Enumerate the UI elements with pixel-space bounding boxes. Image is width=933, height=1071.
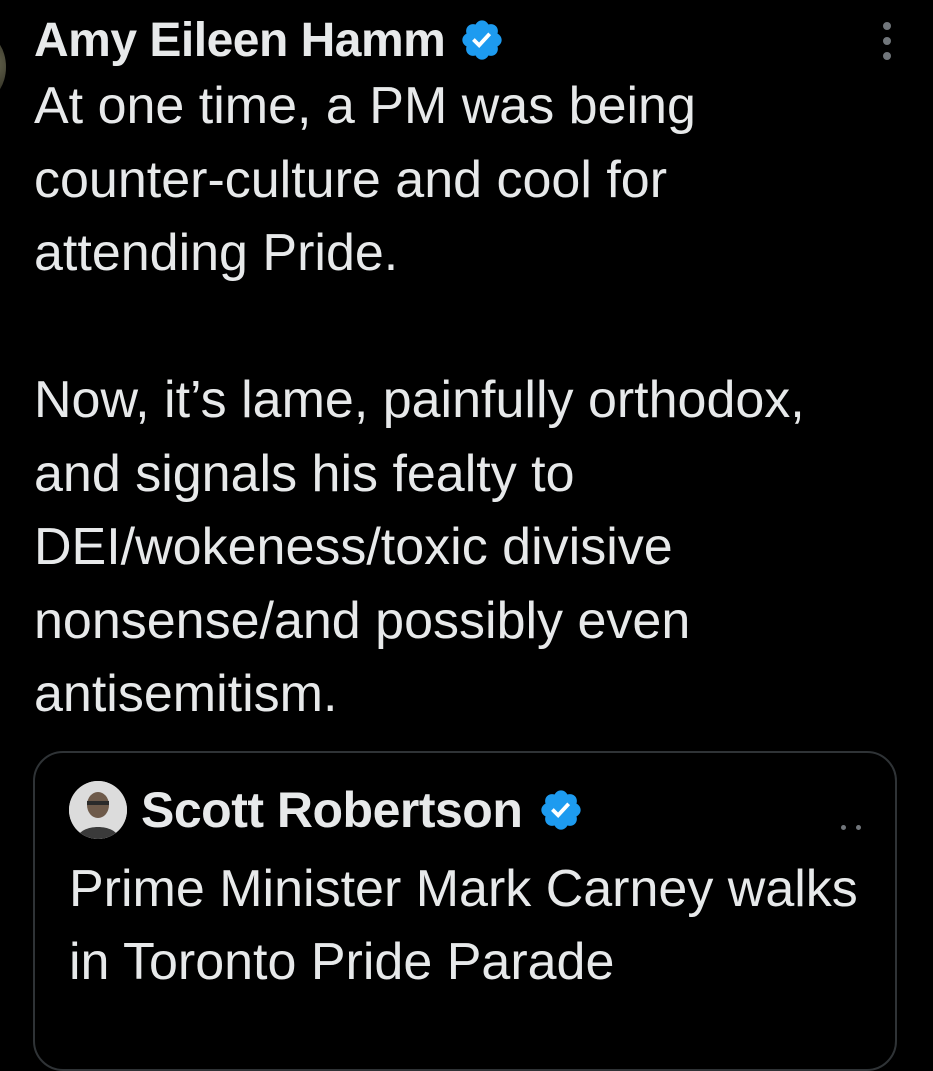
quoted-more-icon[interactable] <box>841 825 861 830</box>
more-dot <box>841 825 846 830</box>
quoted-author-avatar[interactable] <box>69 781 127 839</box>
more-dot <box>883 52 891 60</box>
verified-badge-icon[interactable] <box>459 17 505 63</box>
author-name[interactable]: Amy Eileen Hamm <box>34 13 446 68</box>
quoted-tweet-text: Prime Minister Mark Carney walks in Toro… <box>69 860 858 991</box>
more-options-icon[interactable] <box>875 18 899 64</box>
tweet-paragraph-1: At one time, a PM was being counter-cult… <box>34 77 696 282</box>
verified-badge-icon[interactable] <box>538 787 584 833</box>
author-avatar[interactable] <box>0 34 6 100</box>
tweet-header: Amy Eileen Hamm <box>34 8 899 72</box>
quoted-tweet-card[interactable]: Scott Robertson Prime Minister Mark Carn… <box>33 751 897 1071</box>
tweet-paragraph-2: Now, it’s lame, painfully orthodox, and … <box>34 371 805 723</box>
tweet-body: At one time, a PM was being counter-cult… <box>34 70 914 732</box>
quoted-author-name[interactable]: Scott Robertson <box>141 781 523 839</box>
more-dot <box>883 22 891 30</box>
quoted-tweet-header: Scott Robertson <box>69 779 865 841</box>
more-dot <box>856 825 861 830</box>
more-dot <box>883 37 891 45</box>
